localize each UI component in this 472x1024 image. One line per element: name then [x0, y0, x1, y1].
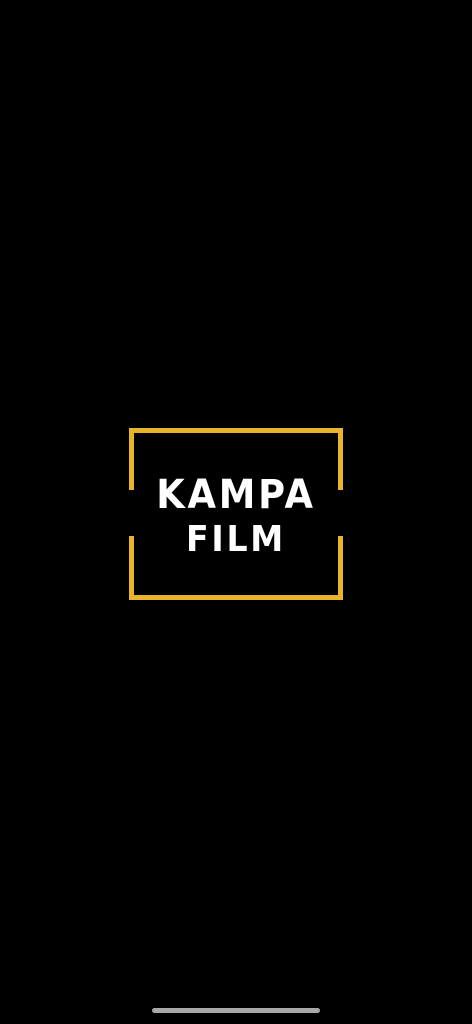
splash-screen: KAMPA FILM: [0, 0, 472, 1024]
home-indicator[interactable]: [152, 1008, 320, 1013]
logo-text-kampa: KAMPA: [156, 472, 316, 518]
kampa-film-logo: KAMPA FILM: [129, 428, 343, 600]
logo-text-film: FILM: [185, 519, 287, 560]
